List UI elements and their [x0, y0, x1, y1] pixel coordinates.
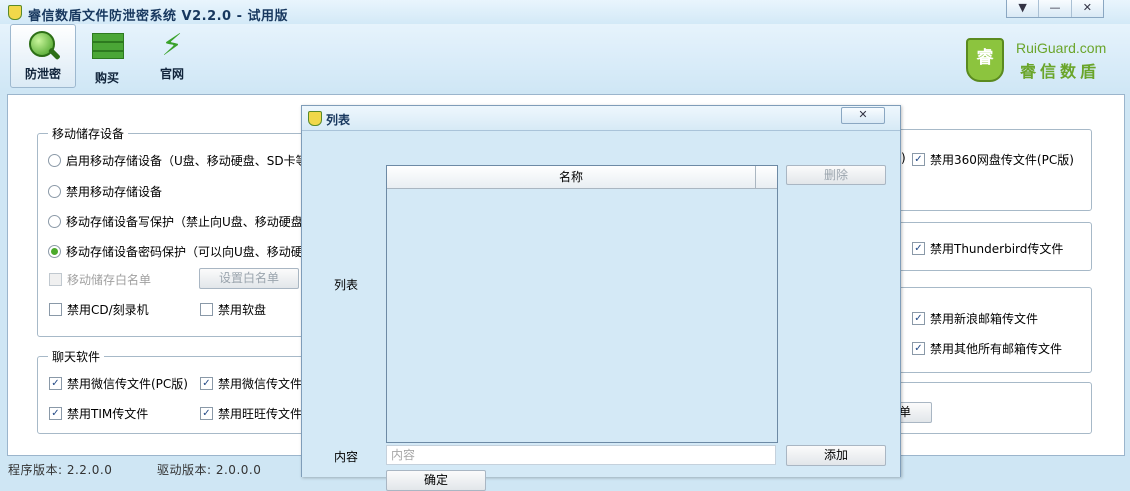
checkbox-wangwang-label: 禁用旺旺传文件 [218, 407, 303, 421]
radio-write-protect[interactable]: 移动存储设备写保护（禁止向U盘、移动硬盘 [48, 213, 303, 230]
driver-version: 驱动版本: 2.0.0.0 [157, 463, 262, 477]
app-shield-icon [8, 5, 22, 20]
toolbar: 防泄密 购买 ⚡ 官网 睿 RuiGuard.com 睿信数盾 [0, 24, 1130, 90]
checkmark-icon: ✓ [912, 312, 925, 325]
netdisk-partial-text: ) [901, 151, 906, 165]
radio-icon [48, 215, 61, 228]
checkmark-icon: ✓ [912, 342, 925, 355]
dialog-close-button[interactable]: ✕ [841, 107, 885, 124]
checkbox-sina-mail-label: 禁用新浪邮箱传文件 [930, 312, 1039, 326]
close-button[interactable]: ✕ [1072, 0, 1103, 17]
tool-website-label: 官网 [159, 67, 184, 81]
window-controls: ▼ — ✕ [1006, 0, 1104, 18]
checkbox-disable-cd-label: 禁用CD/刻录机 [67, 303, 149, 317]
radio-icon [48, 154, 61, 167]
column-header-name[interactable]: 名称 [387, 166, 756, 189]
app-title: 睿信数盾文件防泄密系统 V2.2.0 - 试用版 [28, 9, 289, 24]
checkmark-icon: ✓ [912, 242, 925, 255]
checkbox-icon [200, 303, 213, 316]
radio-password-protect[interactable]: 移动存储设备密码保护（可以向U盘、移动硬 [48, 243, 303, 260]
checkbox-usb-whitelist-label: 移动储存白名单 [67, 273, 152, 287]
dialog-title-bar: 列表 ✕ [302, 106, 900, 130]
checkbox-icon [49, 273, 62, 286]
wall-icon [90, 33, 124, 67]
checkbox-disable-floppy-label: 禁用软盘 [218, 303, 267, 317]
lightning-icon: ⚡ [161, 28, 183, 63]
checkbox-wangwang[interactable]: ✓ 禁用旺旺传文件 [200, 405, 302, 422]
tool-buy-label: 购买 [94, 71, 119, 85]
brand-domain: RuiGuard.com [1016, 40, 1107, 56]
name-list[interactable]: 名称 [386, 165, 778, 443]
checkbox-icon [49, 303, 62, 316]
checkbox-wechat-label: 禁用微信传文件 [218, 377, 303, 391]
tool-anti-leak-label: 防泄密 [24, 67, 61, 81]
checkbox-tim[interactable]: ✓ 禁用TIM传文件 [49, 405, 148, 422]
radio-enable-usb-label: 启用移动存储设备（U盘、移动硬盘、SD卡等 [66, 154, 308, 168]
dropdown-button[interactable]: ▼ [1007, 0, 1040, 17]
checkbox-tim-label: 禁用TIM传文件 [67, 407, 149, 421]
checkbox-sina-mail[interactable]: ✓ 禁用新浪邮箱传文件 [912, 310, 1038, 327]
checkmark-icon: ✓ [49, 377, 62, 390]
brand-shield-icon: 睿 [966, 38, 1004, 82]
radio-selected-icon [48, 245, 61, 258]
dialog-title: 列表 [326, 113, 351, 127]
add-button[interactable]: 添加 [786, 445, 886, 466]
checkbox-other-mail[interactable]: ✓ 禁用其他所有邮箱传文件 [912, 340, 1062, 357]
checkmark-icon: ✓ [200, 407, 213, 420]
radio-disable-usb-label: 禁用移动存储设备 [66, 185, 163, 199]
content-label: 内容 [334, 450, 359, 464]
checkbox-360-netdisk-label: 禁用360网盘传文件(PC版) [930, 153, 1074, 167]
brand-logo: 睿 RuiGuard.com 睿信数盾 [966, 36, 1116, 84]
minimize-button[interactable]: — [1039, 0, 1072, 17]
radio-icon [48, 185, 61, 198]
column-header-filler [756, 166, 777, 189]
usb-group-legend: 移动储存设备 [52, 127, 125, 141]
checkbox-thunderbird-label: 禁用Thunderbird传文件 [930, 242, 1064, 256]
checkmark-icon: ✓ [49, 407, 62, 420]
checkmark-icon: ✓ [200, 377, 213, 390]
dialog-body: 列表 名称 删除 内容 添加 确定 [302, 130, 900, 491]
tool-website[interactable]: ⚡ 官网 [139, 24, 205, 88]
tool-buy[interactable]: 购买 [74, 24, 140, 88]
checkbox-thunderbird[interactable]: ✓ 禁用Thunderbird传文件 [912, 240, 1063, 257]
checkbox-wechat-pc-label: 禁用微信传文件(PC版) [67, 377, 188, 391]
list-label: 列表 [334, 278, 359, 292]
list-dialog: 列表 ✕ 列表 名称 删除 内容 添加 确定 [301, 105, 901, 491]
title-bar: 睿信数盾文件防泄密系统 V2.2.0 - 试用版 ▼ — ✕ [0, 0, 1130, 24]
checkbox-other-mail-label: 禁用其他所有邮箱传文件 [930, 342, 1063, 356]
checkbox-disable-cd[interactable]: 禁用CD/刻录机 [49, 301, 149, 318]
set-whitelist-button[interactable]: 设置白名单 [199, 268, 299, 289]
radio-password-protect-label: 移动存储设备密码保护（可以向U盘、移动硬 [66, 245, 303, 259]
chat-group-legend: 聊天软件 [52, 350, 101, 364]
radio-enable-usb[interactable]: 启用移动存储设备（U盘、移动硬盘、SD卡等 [48, 152, 308, 169]
magnifier-icon [26, 29, 61, 63]
checkmark-icon: ✓ [912, 153, 925, 166]
checkbox-360-netdisk[interactable]: ✓ 禁用360网盘传文件(PC版) [912, 151, 1074, 168]
dialog-shield-icon [308, 111, 322, 126]
content-input[interactable] [386, 445, 776, 465]
program-version: 程序版本: 2.2.0.0 [8, 463, 113, 477]
delete-button[interactable]: 删除 [786, 165, 886, 185]
ok-button[interactable]: 确定 [386, 470, 486, 491]
radio-disable-usb[interactable]: 禁用移动存储设备 [48, 183, 162, 200]
radio-write-protect-label: 移动存储设备写保护（禁止向U盘、移动硬盘 [66, 215, 303, 229]
checkbox-usb-whitelist[interactable]: 移动储存白名单 [49, 271, 151, 288]
checkbox-wechat[interactable]: ✓ 禁用微信传文件 [200, 375, 302, 392]
checkbox-wechat-pc[interactable]: ✓ 禁用微信传文件(PC版) [49, 375, 188, 392]
tool-anti-leak[interactable]: 防泄密 [10, 24, 76, 88]
brand-name: 睿信数盾 [1020, 62, 1101, 81]
checkbox-disable-floppy[interactable]: 禁用软盘 [200, 301, 266, 318]
